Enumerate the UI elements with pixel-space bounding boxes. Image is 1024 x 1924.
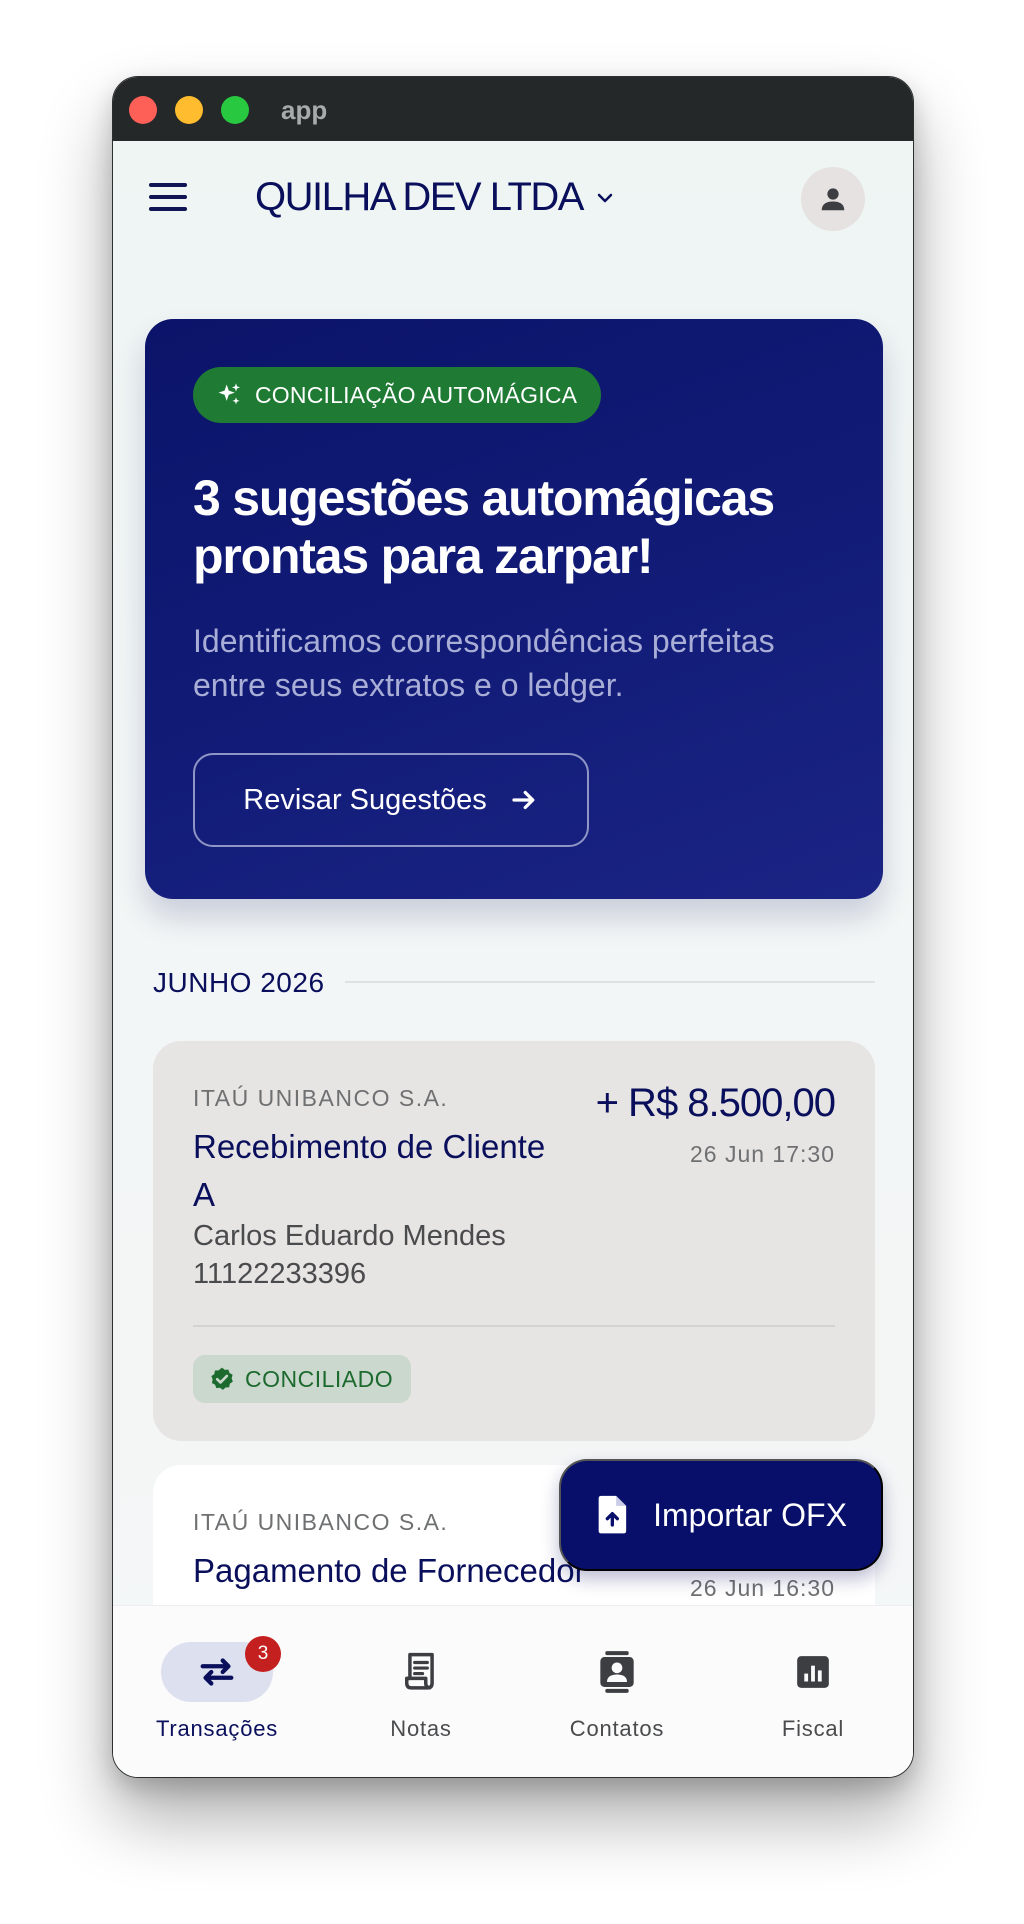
nav-item-contatos[interactable]: Contatos (537, 1642, 697, 1752)
section-divider (345, 981, 875, 983)
close-window-button[interactable] (129, 96, 157, 124)
nav-indicator: 3 (161, 1636, 281, 1702)
notification-count-badge: 3 (245, 1636, 281, 1672)
nav-label: Transações (155, 1716, 279, 1741)
transaction-bank: ITAÚ UNIBANCO S.A. (193, 1085, 449, 1111)
nav-label: Fiscal (781, 1716, 845, 1741)
status-label: CONCILIADO (245, 1365, 394, 1392)
title-bar: app (113, 77, 913, 141)
month-section-label: JUNHO 2026 (153, 967, 325, 998)
file-upload-icon (598, 1495, 627, 1534)
review-suggestions-label: Revisar Sugestões (243, 783, 487, 816)
import-ofx-label: Importar OFX (653, 1496, 847, 1533)
transaction-counterparty: Carlos Eduardo Mendes 11122233396 (193, 1217, 593, 1293)
review-suggestions-button[interactable]: Revisar Sugestões (193, 753, 589, 847)
transaction-title: Recebimento de Cliente A (193, 1128, 546, 1213)
nav-item-transacoes[interactable]: 3 Transações (137, 1636, 297, 1752)
transaction-bank: ITAÚ UNIBANCO S.A. (193, 1509, 449, 1535)
bar-chart-icon (797, 1656, 829, 1688)
transaction-title: Pagamento de Fornecedor (193, 1552, 586, 1589)
chevron-down-icon (597, 193, 613, 202)
status-badge: CONCILIADO (193, 1355, 412, 1403)
counterparty-document: 11122233396 (193, 1258, 367, 1290)
counterparty-name: Carlos Eduardo Mendes (193, 1220, 506, 1252)
hero-headline: 3 sugestões automágicas prontas para zar… (193, 470, 775, 584)
bottom-navigation: 3 Transações Notas Contatos Fiscal (113, 1605, 913, 1777)
company-name: QUILHA DEV LTDA (255, 175, 584, 219)
auto-reconciliation-badge: CONCILIAÇÃO AUTOMÁGICA (193, 367, 602, 423)
swap-arrows-icon (200, 1658, 234, 1686)
import-ofx-button[interactable]: Importar OFX (559, 1459, 883, 1571)
verified-check-icon (211, 1367, 233, 1390)
hero-subtext: Identificamos correspondências perfeitas… (193, 623, 775, 703)
user-icon (821, 188, 845, 211)
minimize-window-button[interactable] (175, 96, 203, 124)
receipt-icon (405, 1652, 434, 1690)
nav-label: Contatos (569, 1716, 665, 1741)
transaction-card[interactable]: ITAÚ UNIBANCO S.A. Recebimento de Client… (153, 1041, 875, 1441)
sparkle-icon (218, 383, 241, 405)
nav-label: Notas (390, 1716, 452, 1741)
app-window: app QUILHA DEV LTDA CONCILIAÇÃO AUTOMÁGI… (112, 76, 914, 1778)
nav-item-fiscal[interactable]: Fiscal (733, 1642, 893, 1752)
contact-card-icon (600, 1651, 634, 1693)
avatar[interactable] (801, 167, 865, 231)
nav-item-notas[interactable]: Notas (341, 1642, 501, 1752)
hamburger-menu-icon[interactable] (149, 183, 189, 213)
transaction-amount: + R$ 8.500,00 (595, 1081, 836, 1125)
badge-label: CONCILIAÇÃO AUTOMÁGICA (255, 381, 578, 408)
company-selector[interactable]: QUILHA DEV LTDA (255, 175, 613, 220)
maximize-window-button[interactable] (221, 96, 249, 124)
arrow-right-icon (512, 790, 535, 810)
card-divider (193, 1325, 835, 1327)
auto-reconciliation-card: CONCILIAÇÃO AUTOMÁGICA 3 sugestões autom… (145, 319, 883, 899)
transaction-time: 26 Jun 17:30 (689, 1141, 835, 1167)
app-header: QUILHA DEV LTDA (113, 141, 913, 261)
transaction-time: 26 Jun 16:30 (689, 1575, 835, 1601)
window-title: app (281, 95, 328, 125)
